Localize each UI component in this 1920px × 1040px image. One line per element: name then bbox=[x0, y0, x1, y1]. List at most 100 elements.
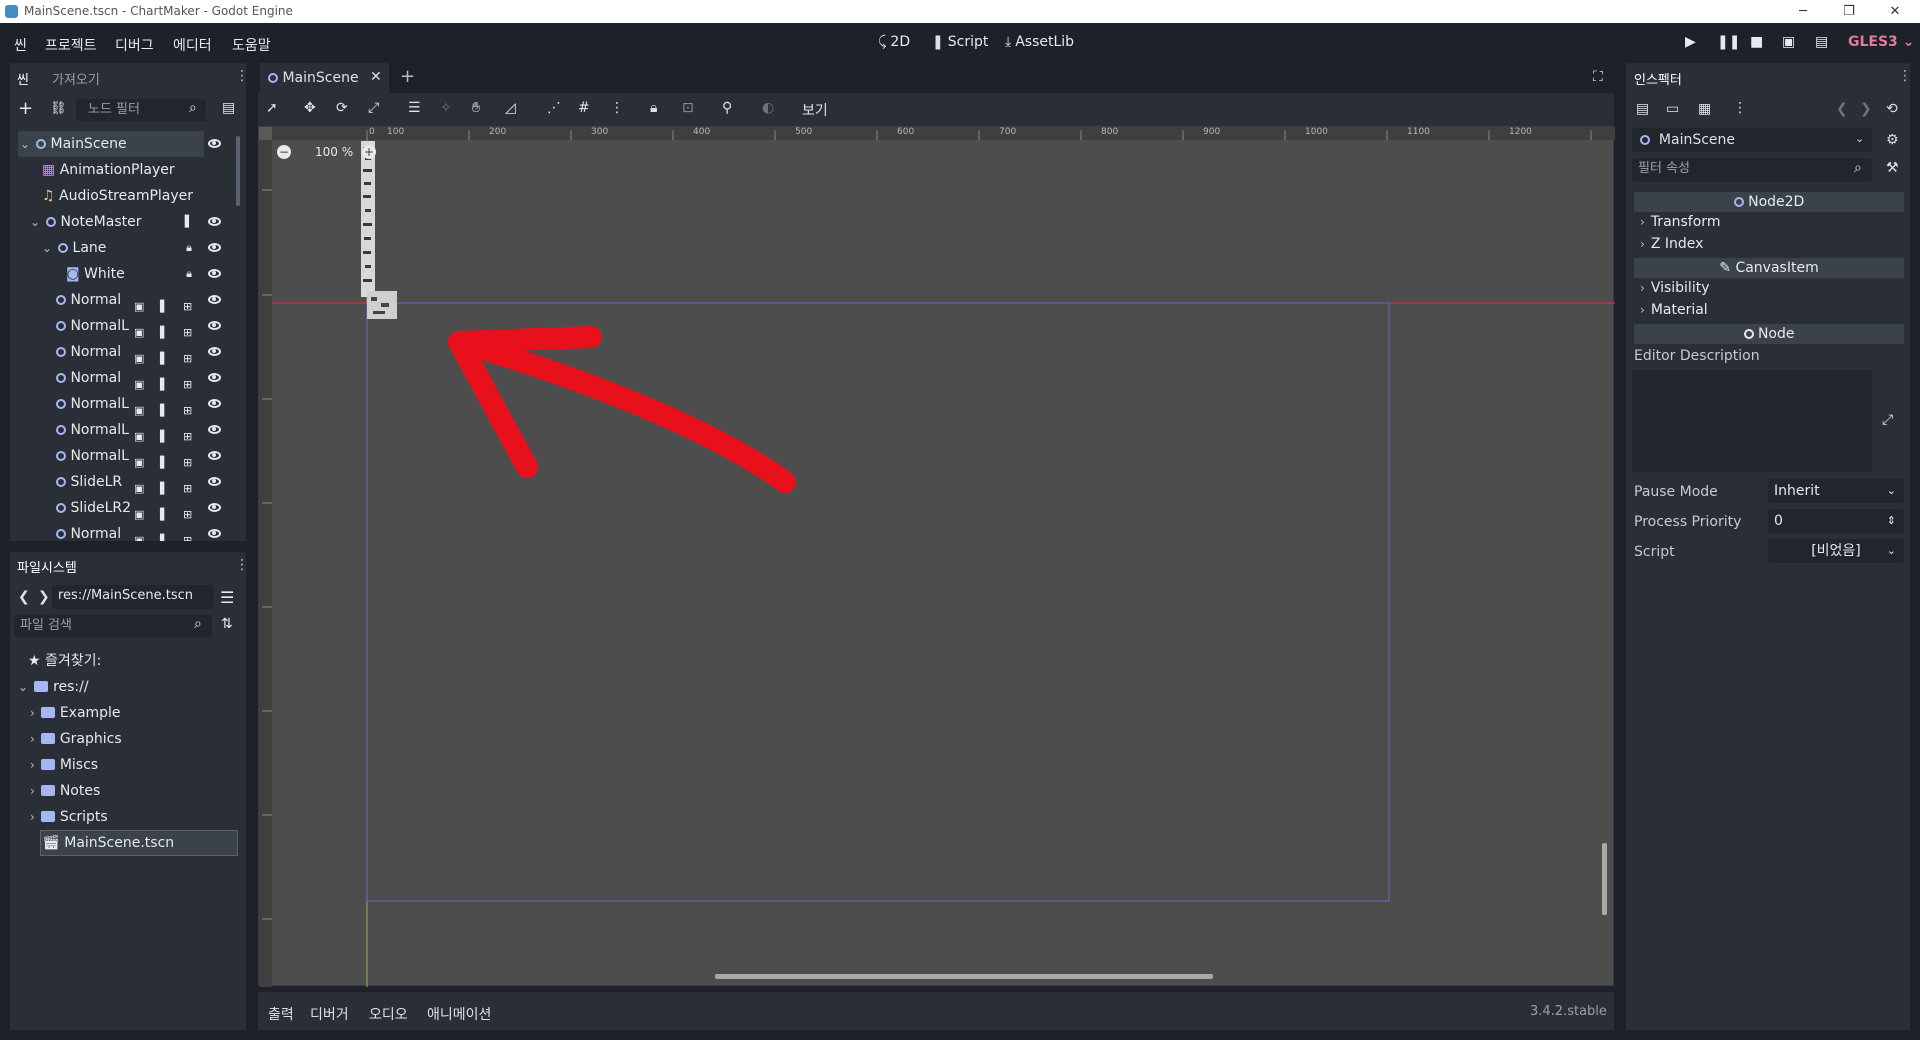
view-menu[interactable]: 보기 bbox=[802, 100, 828, 120]
ruler-tool-icon[interactable]: ◿ bbox=[505, 100, 516, 116]
inspector-options-icon[interactable]: ⋮ bbox=[1733, 100, 1747, 116]
workspace-script-button[interactable]: ❚ Script bbox=[932, 34, 988, 50]
script-resource-picker[interactable]: [비었음] ⌄ bbox=[1768, 539, 1904, 563]
visibility-eye-icon[interactable] bbox=[208, 477, 221, 486]
tree-node-notemaster[interactable]: ⌄ NoteMaster bbox=[30, 209, 141, 235]
add-node-icon[interactable]: + bbox=[18, 98, 33, 119]
visibility-eye-icon[interactable] bbox=[208, 139, 221, 148]
menu-scene[interactable]: 씬 bbox=[14, 35, 27, 55]
workspace-assetlib-button[interactable]: ⤓ AssetLib bbox=[1005, 34, 1074, 50]
visibility-eye-icon[interactable] bbox=[208, 503, 221, 512]
favorites-row[interactable]: ★ 즐겨찾기: bbox=[28, 648, 101, 674]
tree-node-note[interactable]: Normal bbox=[56, 339, 121, 365]
visibility-eye-icon[interactable] bbox=[208, 295, 221, 304]
history-forward-icon[interactable]: ❯ bbox=[1860, 101, 1872, 117]
visibility-eye-icon[interactable] bbox=[208, 217, 221, 226]
filesystem-menu-icon[interactable]: ⋮ bbox=[235, 557, 249, 573]
bone-icon[interactable]: ⚲ bbox=[722, 100, 732, 116]
close-window-button[interactable]: ✕ bbox=[1872, 0, 1918, 23]
tab-import[interactable]: 가져오기 bbox=[52, 69, 100, 88]
canvas-viewport[interactable]: 100 200 300 400 500 600 700 800 900 1000… bbox=[258, 126, 1615, 987]
zoom-in-icon[interactable]: + bbox=[362, 145, 376, 159]
folder-row[interactable]: › Example bbox=[30, 700, 121, 726]
stop-icon[interactable]: ■ bbox=[1750, 34, 1763, 50]
tree-node-note[interactable]: SlideLR bbox=[56, 469, 122, 495]
group-material[interactable]: › Material bbox=[1640, 302, 1708, 318]
scene-dock-menu-icon[interactable]: ⋮ bbox=[235, 68, 249, 84]
tree-node-note[interactable]: NormalL bbox=[56, 313, 129, 339]
tab-filesystem[interactable]: 파일시스템 bbox=[17, 557, 77, 576]
history-icon[interactable]: ⟲ bbox=[1886, 101, 1898, 117]
scale-tool-icon[interactable]: ⤢ bbox=[368, 100, 379, 116]
file-search-input[interactable]: 파일 검색 bbox=[14, 615, 212, 637]
folder-row[interactable]: › Graphics bbox=[30, 726, 122, 752]
list-select-icon[interactable]: ☰ bbox=[408, 100, 421, 116]
menu-help[interactable]: 도움말 bbox=[232, 35, 271, 55]
zoom-out-icon[interactable]: − bbox=[277, 145, 291, 159]
group-transform[interactable]: › Transform bbox=[1640, 214, 1720, 230]
tree-node-note[interactable]: Normal bbox=[56, 365, 121, 391]
visibility-eye-icon[interactable] bbox=[208, 269, 221, 278]
property-filter-input[interactable]: 필터 속성 bbox=[1632, 158, 1872, 182]
tree-node-note[interactable]: Normal bbox=[56, 521, 121, 541]
pivot-tool-icon[interactable]: ✧ bbox=[440, 100, 452, 116]
res-root-row[interactable]: ⌄ res:// bbox=[18, 674, 89, 700]
node-filter-input[interactable]: 노드 필터 bbox=[76, 99, 206, 121]
folder-row[interactable]: › Notes bbox=[30, 778, 100, 804]
select-tool-icon[interactable]: ➚ bbox=[266, 100, 278, 116]
visibility-eye-icon[interactable] bbox=[208, 373, 221, 382]
tree-node-mainscene[interactable]: ⌄ MainScene bbox=[20, 131, 127, 157]
scene-tree-scrollbar[interactable] bbox=[236, 136, 240, 206]
inspector-menu-icon[interactable]: ⋮ bbox=[1898, 68, 1912, 84]
tree-node-note[interactable]: SlideLR2 bbox=[56, 495, 131, 521]
bottom-tab-debugger[interactable]: 디버거 bbox=[310, 1004, 349, 1024]
menu-editor[interactable]: 에디터 bbox=[173, 35, 212, 55]
pause-mode-select[interactable]: Inherit ⌄ bbox=[1768, 479, 1904, 503]
attach-script-icon[interactable]: ▤ bbox=[222, 100, 235, 116]
folder-row[interactable]: › Miscs bbox=[30, 752, 98, 778]
visibility-eye-icon[interactable] bbox=[208, 347, 221, 356]
play-custom-scene-icon[interactable]: ▤ bbox=[1815, 34, 1828, 50]
group-icon[interactable]: ⊡ bbox=[682, 100, 694, 116]
grid-snap-icon[interactable]: # bbox=[578, 100, 590, 116]
visibility-eye-icon[interactable] bbox=[208, 425, 221, 434]
camera-override-icon[interactable]: ◐ bbox=[762, 100, 774, 116]
menu-project[interactable]: 프로젝트 bbox=[45, 35, 97, 55]
snap-options-icon[interactable]: ⋮ bbox=[610, 100, 624, 116]
script-icon[interactable]: ▌ bbox=[183, 216, 195, 228]
play-scene-icon[interactable]: ▣ bbox=[1782, 34, 1795, 50]
tree-node-note[interactable]: NormalL bbox=[56, 391, 129, 417]
save-resource-icon[interactable]: ▦ bbox=[1698, 101, 1711, 117]
pause-icon[interactable]: ❚❚ bbox=[1717, 34, 1740, 50]
instance-scene-icon[interactable]: ⛓ bbox=[50, 101, 67, 116]
property-tools-icon[interactable]: ⚒ bbox=[1886, 160, 1899, 176]
tab-scene[interactable]: 씬 bbox=[17, 69, 29, 88]
visibility-eye-icon[interactable] bbox=[208, 321, 221, 330]
forward-icon[interactable]: ❯ bbox=[38, 589, 50, 605]
close-tab-icon[interactable]: ✕ bbox=[370, 69, 382, 85]
tree-node-audiostreamplayer[interactable]: ♫ AudioStreamPlayer bbox=[42, 183, 193, 209]
back-icon[interactable]: ❮ bbox=[18, 589, 30, 605]
new-resource-icon[interactable]: ▤ bbox=[1636, 101, 1649, 117]
smart-snap-icon[interactable]: ⋰ bbox=[547, 100, 561, 116]
menu-debug[interactable]: 디버그 bbox=[115, 35, 154, 55]
split-view-icon[interactable]: ☰ bbox=[220, 588, 234, 607]
visibility-eye-icon[interactable] bbox=[208, 399, 221, 408]
history-back-icon[interactable]: ❮ bbox=[1836, 101, 1848, 117]
restore-button[interactable]: ❐ bbox=[1826, 0, 1872, 23]
bottom-tab-animation[interactable]: 애니메이션 bbox=[427, 1004, 491, 1024]
tree-node-animationplayer[interactable]: ▦ AnimationPlayer bbox=[42, 157, 175, 183]
distraction-free-icon[interactable]: ⛶ bbox=[1593, 69, 1603, 85]
lock-icon[interactable]: 🔒︎ bbox=[183, 268, 195, 280]
file-row-mainscene[interactable]: 🎬︎ MainScene.tscn bbox=[42, 830, 174, 856]
bottom-tab-output[interactable]: 출력 bbox=[268, 1004, 294, 1024]
tree-node-note[interactable]: NormalL bbox=[56, 417, 129, 443]
tree-node-lane[interactable]: ⌄ Lane bbox=[42, 235, 106, 261]
zoom-level[interactable]: 100 % bbox=[315, 145, 353, 159]
add-tab-icon[interactable]: + bbox=[400, 66, 415, 87]
workspace-2d-button[interactable]: ⤹ 2D bbox=[878, 34, 910, 50]
rotate-tool-icon[interactable]: ⟳ bbox=[336, 100, 348, 116]
play-icon[interactable]: ▶ bbox=[1685, 34, 1696, 50]
folder-row[interactable]: › Scripts bbox=[30, 804, 108, 830]
group-z-index[interactable]: › Z Index bbox=[1640, 236, 1703, 252]
